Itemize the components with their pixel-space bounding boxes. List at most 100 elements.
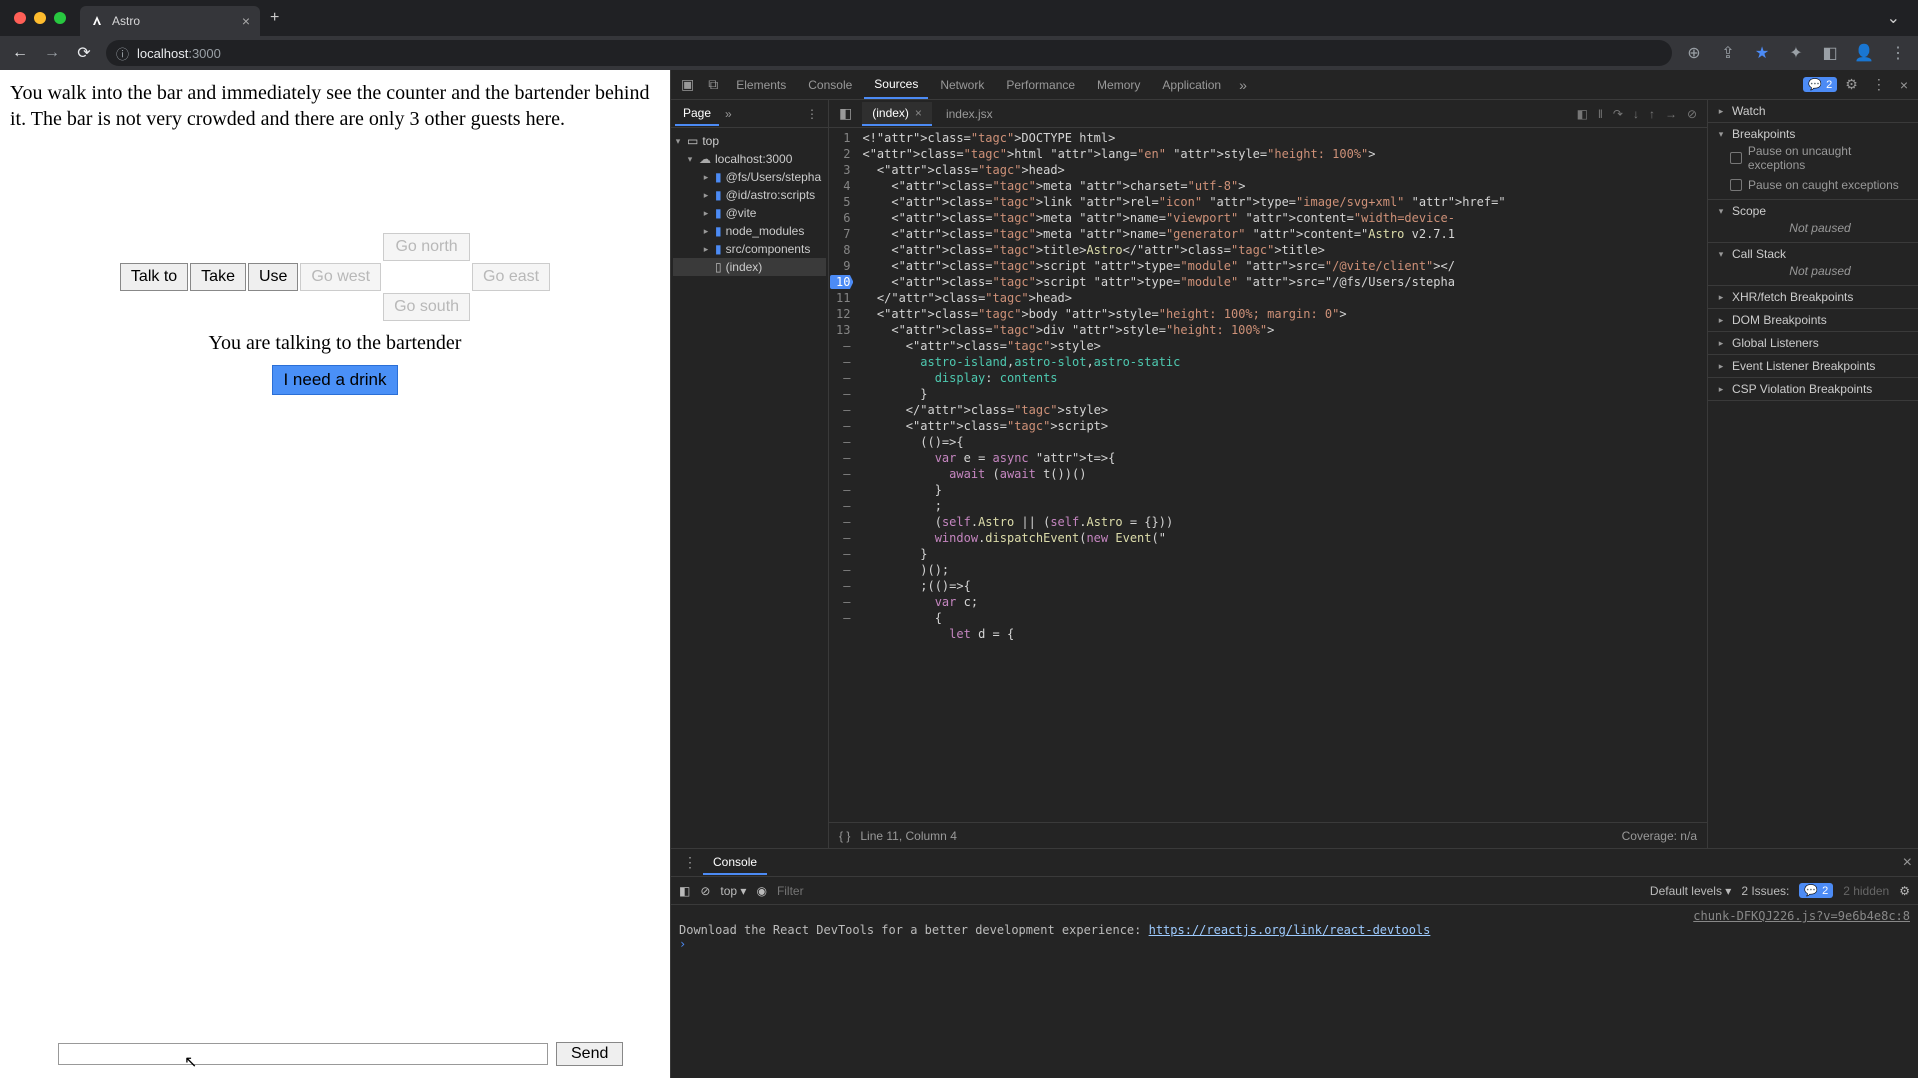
- callstack-section[interactable]: ▾Call Stack: [1716, 247, 1910, 261]
- tab-elements[interactable]: Elements: [726, 72, 796, 98]
- console-issues-badge[interactable]: 💬 2: [1799, 883, 1833, 898]
- console-message-link[interactable]: https://reactjs.org/link/react-devtools: [1149, 923, 1431, 937]
- zoom-icon[interactable]: ⊕: [1684, 43, 1704, 63]
- talk-to-button[interactable]: Talk to: [120, 263, 188, 291]
- tree-folder[interactable]: src/components: [726, 242, 811, 256]
- menu-icon[interactable]: ⋮: [1888, 43, 1908, 63]
- close-window-icon[interactable]: [14, 12, 26, 24]
- inspect-icon[interactable]: ▣: [675, 76, 700, 93]
- send-button[interactable]: Send: [556, 1042, 623, 1066]
- console-sidebar-icon[interactable]: ◧: [679, 884, 690, 898]
- tabs-overflow-icon[interactable]: ⌄: [1887, 8, 1900, 28]
- watch-section[interactable]: ▸Watch: [1716, 104, 1910, 118]
- step-into-icon[interactable]: ↓: [1633, 107, 1639, 121]
- tab-performance[interactable]: Performance: [996, 72, 1085, 98]
- use-button[interactable]: Use: [248, 263, 298, 291]
- line-gutter[interactable]: 12345678910111213––––––––––––––––––: [829, 128, 858, 822]
- step-out-icon[interactable]: ↑: [1649, 107, 1655, 121]
- tree-folder[interactable]: @vite: [726, 206, 757, 220]
- tree-folder[interactable]: @fs/Users/stepha: [726, 170, 822, 184]
- close-editor-tab-icon[interactable]: ×: [915, 106, 922, 120]
- side-panel-icon[interactable]: ◧: [1820, 43, 1840, 63]
- editor-tab-indexjsx[interactable]: index.jsx: [936, 103, 1003, 125]
- talking-to-text: You are talking to the bartender: [209, 332, 462, 355]
- device-toggle-icon[interactable]: ⧉: [702, 76, 724, 93]
- extensions-icon[interactable]: ✦: [1786, 43, 1806, 63]
- tab-network[interactable]: Network: [930, 72, 994, 98]
- console-settings-icon[interactable]: ⚙: [1899, 884, 1910, 898]
- take-button[interactable]: Take: [190, 263, 246, 291]
- reload-button[interactable]: ⟳: [74, 43, 94, 63]
- maximize-window-icon[interactable]: [54, 12, 66, 24]
- issues-badge[interactable]: 💬 2: [1803, 77, 1837, 92]
- nav-menu-icon[interactable]: ⋮: [800, 107, 824, 121]
- page-content: You walk into the bar and immediately se…: [0, 70, 670, 1078]
- console-tab[interactable]: Console: [703, 851, 767, 875]
- console-menu-icon[interactable]: ⋮: [677, 854, 703, 871]
- file-tree[interactable]: ▾▭top ▾☁localhost:3000 ▸▮@fs/Users/steph…: [671, 128, 828, 280]
- site-info-icon[interactable]: ⓘ: [116, 44, 129, 63]
- url-port: :3000: [188, 46, 221, 61]
- deactivate-breakpoints-icon[interactable]: ⊘: [1687, 107, 1697, 121]
- editor-tab-index[interactable]: (index)×: [862, 102, 932, 126]
- go-south-button[interactable]: Go south: [383, 293, 470, 321]
- bookmark-icon[interactable]: ★: [1752, 43, 1772, 63]
- mouse-cursor-icon: ↖: [184, 1052, 197, 1072]
- log-levels-selector[interactable]: Default levels ▾: [1650, 884, 1731, 898]
- go-west-button[interactable]: Go west: [300, 263, 381, 291]
- tab-application[interactable]: Application: [1152, 72, 1231, 98]
- browser-tab[interactable]: Astro ×: [80, 6, 260, 36]
- go-east-button[interactable]: Go east: [472, 263, 550, 291]
- live-expression-icon[interactable]: ◉: [756, 884, 766, 898]
- share-icon[interactable]: ⇪: [1718, 43, 1738, 63]
- tree-top[interactable]: top: [702, 134, 719, 148]
- tree-host[interactable]: localhost:3000: [715, 152, 792, 166]
- more-tabs-icon[interactable]: »: [1233, 77, 1253, 93]
- tree-file[interactable]: (index): [726, 260, 763, 274]
- csp-breakpoints-section[interactable]: ▸CSP Violation Breakpoints: [1716, 382, 1910, 396]
- pretty-print-icon[interactable]: { }: [839, 829, 850, 843]
- global-listeners-section[interactable]: ▸Global Listeners: [1716, 336, 1910, 350]
- page-nav-tab[interactable]: Page: [675, 102, 719, 126]
- console-prompt[interactable]: ›: [679, 937, 1910, 951]
- callstack-not-paused: Not paused: [1716, 261, 1910, 281]
- profile-icon[interactable]: 👤: [1854, 43, 1874, 63]
- step-icon[interactable]: →: [1665, 107, 1677, 121]
- go-north-button[interactable]: Go north: [383, 233, 470, 261]
- event-listener-breakpoints-section[interactable]: ▸Event Listener Breakpoints: [1716, 359, 1910, 373]
- new-tab-button[interactable]: +: [270, 9, 279, 27]
- pause-icon[interactable]: ‖: [1598, 107, 1603, 121]
- back-button[interactable]: ←: [10, 44, 30, 62]
- xhr-breakpoints-section[interactable]: ▸XHR/fetch Breakpoints: [1716, 290, 1910, 304]
- tab-memory[interactable]: Memory: [1087, 72, 1150, 98]
- close-tab-icon[interactable]: ×: [242, 13, 250, 29]
- minimize-window-icon[interactable]: [34, 12, 46, 24]
- nav-more-icon[interactable]: »: [719, 107, 738, 121]
- scope-section[interactable]: ▾Scope: [1716, 204, 1910, 218]
- clear-console-icon[interactable]: ⊘: [700, 884, 710, 898]
- pause-uncaught-checkbox[interactable]: Pause on uncaught exceptions: [1716, 141, 1910, 175]
- console-filter-input[interactable]: [777, 884, 1640, 898]
- tree-folder[interactable]: node_modules: [726, 224, 805, 238]
- forward-button[interactable]: →: [42, 44, 62, 62]
- tab-sources[interactable]: Sources: [864, 71, 928, 99]
- dialog-option-button[interactable]: I need a drink: [272, 365, 397, 395]
- url-bar[interactable]: ⓘ localhost:3000: [106, 40, 1672, 66]
- context-selector[interactable]: top ▾: [720, 884, 746, 898]
- toggle-nav-icon[interactable]: ◧: [833, 105, 858, 122]
- step-over-icon[interactable]: ↷: [1613, 107, 1623, 121]
- tab-console[interactable]: Console: [798, 72, 862, 98]
- code-content[interactable]: <!"attr">class="tagc">DOCTYPE html><"att…: [858, 128, 1707, 822]
- tree-folder[interactable]: @id/astro:scripts: [726, 188, 816, 202]
- breakpoints-section[interactable]: ▾Breakpoints: [1716, 127, 1910, 141]
- folder-icon: ▮: [715, 206, 722, 220]
- settings-icon[interactable]: ⚙: [1839, 76, 1864, 93]
- pause-caught-checkbox[interactable]: Pause on caught exceptions: [1716, 175, 1910, 195]
- console-close-icon[interactable]: ×: [1903, 854, 1912, 872]
- devtools-menu-icon[interactable]: ⋮: [1866, 76, 1892, 93]
- devtools-close-icon[interactable]: ×: [1894, 77, 1914, 93]
- console-source-link[interactable]: chunk-DFKQJ226.js?v=9e6b4e8c:8: [679, 909, 1910, 923]
- dom-breakpoints-section[interactable]: ▸DOM Breakpoints: [1716, 313, 1910, 327]
- chat-input[interactable]: [58, 1043, 548, 1065]
- toggle-sidebar-icon[interactable]: ◧: [1577, 107, 1588, 121]
